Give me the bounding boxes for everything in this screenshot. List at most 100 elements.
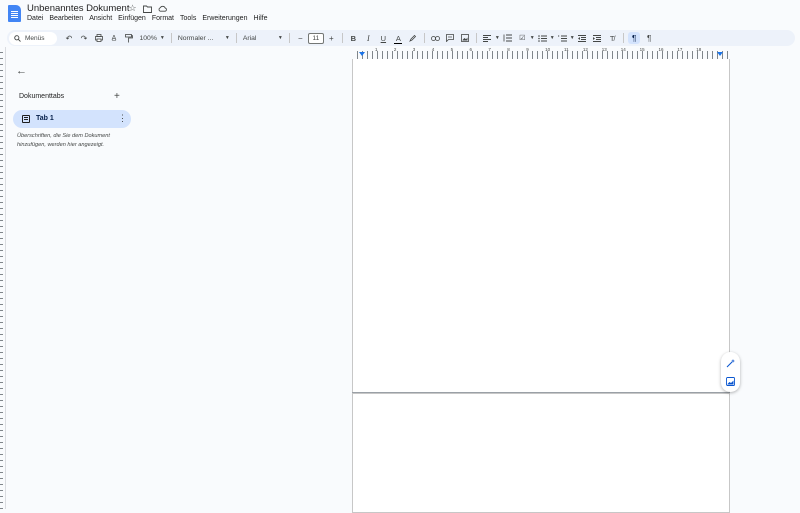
chevron-down-icon: ▼ xyxy=(277,35,283,41)
document-title[interactable]: Unbenanntes Dokument xyxy=(27,3,129,14)
cloud-status-icon[interactable] xyxy=(158,4,167,13)
line-spacing-icon[interactable] xyxy=(501,32,513,44)
search-icon xyxy=(14,34,21,42)
magic-edit-icon[interactable] xyxy=(725,358,736,369)
divider xyxy=(341,33,343,43)
numbered-list-icon[interactable] xyxy=(556,32,568,44)
ruler-number: 18 xyxy=(696,47,702,52)
italic-icon[interactable]: I xyxy=(362,32,374,44)
ruler-number: 9 xyxy=(526,47,529,52)
chevron-down-icon[interactable]: ▼ xyxy=(570,35,575,41)
menu-ansicht[interactable]: Ansicht xyxy=(89,15,115,22)
ruler-number: 12 xyxy=(582,47,588,52)
bold-icon[interactable]: B xyxy=(347,32,359,44)
menu-bar: Datei Bearbeiten Ansicht Einfügen Format… xyxy=(27,15,273,22)
ruler-number: 17 xyxy=(677,47,683,52)
document-page[interactable] xyxy=(352,59,730,393)
ruler-number: 16 xyxy=(658,47,664,52)
docs-logo-icon[interactable] xyxy=(8,5,21,22)
ruler-number: 10 xyxy=(545,47,551,52)
zoom-select[interactable]: 100% ▼ xyxy=(137,35,168,42)
vertical-ruler[interactable] xyxy=(0,47,6,509)
editor-area: ← Dokumenttabs + Tab 1 ⋮ Überschriften, … xyxy=(0,47,800,513)
rtl-text-icon[interactable]: ¶ xyxy=(643,32,655,44)
ruler-number: 6 xyxy=(469,47,473,52)
decrease-font-size-icon[interactable]: − xyxy=(294,32,306,44)
chevron-down-icon: ▼ xyxy=(224,35,230,41)
image-edit-icon[interactable] xyxy=(725,376,736,387)
menu-datei[interactable]: Datei xyxy=(27,15,46,22)
more-vert-icon[interactable]: ⋮ xyxy=(118,113,127,124)
spellcheck-icon[interactable]: A̲ xyxy=(108,32,120,44)
chevron-down-icon[interactable]: ▼ xyxy=(530,35,535,41)
highlight-icon[interactable] xyxy=(407,32,419,44)
divider xyxy=(288,33,290,43)
document-outline-sidebar: ← Dokumenttabs + Tab 1 ⋮ Überschriften, … xyxy=(7,47,137,509)
decrease-indent-icon[interactable] xyxy=(576,32,588,44)
align-icon[interactable] xyxy=(481,32,493,44)
zoom-value: 100% xyxy=(139,34,157,42)
print-icon[interactable] xyxy=(93,32,105,44)
increase-font-size-icon[interactable]: + xyxy=(325,32,337,44)
title-bar: Unbenanntes Dokument ☆ Datei Bearbeiten … xyxy=(0,0,800,28)
back-arrow-icon[interactable]: ← xyxy=(16,65,27,77)
ruler-number: 5 xyxy=(450,47,454,52)
chevron-down-icon: ▼ xyxy=(159,35,165,41)
ruler-number: 15 xyxy=(639,47,645,52)
font-value: Arial xyxy=(242,34,257,42)
chevron-down-icon[interactable]: ▼ xyxy=(550,35,555,41)
outline-hint: Überschriften, die Sie dem Dokument hinz… xyxy=(17,133,110,148)
sidebar-tab-item[interactable]: Tab 1 ⋮ xyxy=(13,110,131,128)
menu-hilfe[interactable]: Hilfe xyxy=(253,15,270,22)
menu-format[interactable]: Format xyxy=(152,15,177,22)
divider xyxy=(170,33,172,43)
right-indent-marker[interactable] xyxy=(717,52,723,56)
floating-toolbar xyxy=(721,352,740,392)
folder-move-icon[interactable] xyxy=(143,4,152,13)
add-tab-icon[interactable]: + xyxy=(114,91,120,102)
document-page-2[interactable] xyxy=(352,393,730,513)
chevron-down-icon[interactable]: ▼ xyxy=(495,35,500,41)
ruler-number: 11 xyxy=(564,47,569,52)
style-select[interactable]: Normaler ... ▼ xyxy=(175,35,233,42)
star-icon[interactable]: ☆ xyxy=(128,4,137,13)
increase-indent-icon[interactable] xyxy=(591,32,603,44)
undo-icon[interactable]: ↶ xyxy=(63,32,75,44)
menu-erweiterungen[interactable]: Erweiterungen xyxy=(202,15,250,22)
image-icon[interactable] xyxy=(459,32,471,44)
comment-icon[interactable] xyxy=(444,32,456,44)
toolbar: Menüs ↶ ↷ A̲ 100% ▼ Normaler ... ▼ Arial… xyxy=(7,30,795,46)
menu-tools[interactable]: Tools xyxy=(180,15,199,22)
ruler-number: 4 xyxy=(431,47,435,52)
style-value: Normaler ... xyxy=(177,34,214,42)
paint-format-icon[interactable] xyxy=(123,32,135,44)
bulleted-list-icon[interactable] xyxy=(536,32,548,44)
ruler-numbers: 1 2 3 4 5 6 7 8 9 10 11 12 13 14 15 16 17 18 xyxy=(353,47,730,55)
ltr-text-icon[interactable]: ¶ xyxy=(628,32,641,44)
font-size-input[interactable]: 11 xyxy=(307,32,324,44)
font-select[interactable]: Arial ▼ xyxy=(240,35,286,42)
ruler-number: 1 xyxy=(375,47,378,52)
search-label: Menüs xyxy=(25,34,45,42)
checklist-icon[interactable]: ☑ xyxy=(516,32,528,44)
menu-bearbeiten[interactable]: Bearbeiten xyxy=(49,15,86,22)
divider xyxy=(475,33,477,43)
redo-icon[interactable]: ↷ xyxy=(78,32,90,44)
left-indent-marker[interactable] xyxy=(359,52,365,56)
document-tab-icon xyxy=(22,115,30,123)
menu-search[interactable]: Menüs xyxy=(9,31,57,45)
divider xyxy=(423,33,425,43)
tab-label: Tab 1 xyxy=(36,115,54,122)
divider xyxy=(235,33,237,43)
menu-einfuegen[interactable]: Einfügen xyxy=(118,15,149,22)
ruler-number: 2 xyxy=(393,47,397,52)
ruler-number: 14 xyxy=(620,47,626,52)
ruler-number: 13 xyxy=(601,47,607,52)
text-color-icon[interactable]: A xyxy=(392,32,404,44)
link-icon[interactable] xyxy=(429,32,441,44)
document-tabs-heading: Dokumenttabs xyxy=(19,93,65,100)
clear-formatting-icon[interactable]: T̸ xyxy=(606,32,618,44)
ruler-number: 3 xyxy=(412,47,416,52)
underline-icon[interactable]: U xyxy=(377,32,389,44)
ruler-number: 8 xyxy=(507,47,510,52)
